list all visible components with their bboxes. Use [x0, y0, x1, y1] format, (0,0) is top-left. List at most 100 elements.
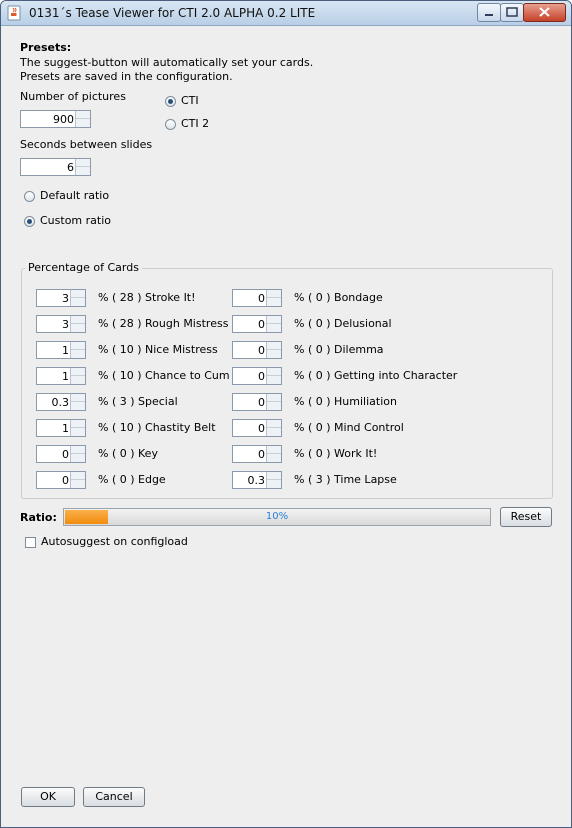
card-value: 0 — [62, 474, 69, 487]
card-value: 0.3 — [51, 396, 70, 409]
card-spinner-right-7[interactable]: 0.3 — [232, 471, 282, 489]
presets-description-2: Presets are saved in the configuration. — [20, 70, 233, 83]
spinner-up-icon[interactable] — [267, 290, 281, 298]
spinner-up-icon[interactable] — [76, 159, 90, 167]
card-spinner-right-2[interactable]: 0 — [232, 341, 282, 359]
spinner-up-icon[interactable] — [71, 342, 85, 350]
reset-button[interactable]: Reset — [500, 507, 552, 527]
card-label: % ( 28 ) Stroke It! — [98, 291, 196, 304]
spinner-up-icon[interactable] — [71, 394, 85, 402]
spinner-up-icon[interactable] — [76, 111, 90, 119]
ratio-label: Ratio: — [20, 511, 57, 524]
card-spinner-left-6[interactable]: 0 — [36, 445, 86, 463]
spinner-down-icon[interactable] — [267, 376, 281, 384]
card-label: % ( 10 ) Nice Mistress — [98, 343, 218, 356]
spinner-down-icon[interactable] — [71, 480, 85, 488]
card-label: % ( 0 ) Bondage — [294, 291, 383, 304]
dialog-content: Presets: The suggest-button will automat… — [1, 26, 571, 827]
card-value: 1 — [62, 370, 69, 383]
card-value: 0 — [258, 318, 265, 331]
close-button[interactable] — [523, 3, 566, 22]
spinner-up-icon[interactable] — [71, 472, 85, 480]
num-pictures-spinner[interactable]: 900 — [20, 110, 91, 128]
spinner-down-icon[interactable] — [267, 402, 281, 410]
spinner-down-icon[interactable] — [71, 376, 85, 384]
seconds-spinner[interactable]: 6 — [20, 158, 91, 176]
default-ratio-radio[interactable] — [24, 191, 35, 202]
seconds-value: 6 — [67, 161, 74, 174]
card-spinner-left-4[interactable]: 0.3 — [36, 393, 86, 411]
title-bar[interactable]: 0131´s Tease Viewer for CTI 2.0 ALPHA 0.… — [1, 1, 571, 26]
default-ratio-label: Default ratio — [40, 189, 110, 202]
card-spinner-left-3[interactable]: 1 — [36, 367, 86, 385]
window-title: 0131´s Tease Viewer for CTI 2.0 ALPHA 0.… — [29, 6, 316, 20]
spinner-up-icon[interactable] — [267, 420, 281, 428]
spinner-down-icon[interactable] — [76, 167, 90, 175]
java-cup-icon — [7, 5, 21, 21]
spinner-down-icon[interactable] — [71, 454, 85, 462]
card-spinner-right-4[interactable]: 0 — [232, 393, 282, 411]
spinner-down-icon[interactable] — [76, 119, 90, 127]
spinner-down-icon[interactable] — [267, 324, 281, 332]
custom-ratio-radio[interactable] — [24, 216, 35, 227]
card-spinner-right-0[interactable]: 0 — [232, 289, 282, 307]
mode-radio-cti2[interactable] — [165, 119, 176, 130]
card-spinner-left-0[interactable]: 3 — [36, 289, 86, 307]
card-spinner-right-3[interactable]: 0 — [232, 367, 282, 385]
spinner-up-icon[interactable] — [267, 394, 281, 402]
card-value: 3 — [62, 318, 69, 331]
ratio-progress-bar: 10% — [63, 508, 491, 526]
card-value: 0 — [258, 422, 265, 435]
card-label: % ( 3 ) Special — [98, 395, 178, 408]
card-spinner-left-2[interactable]: 1 — [36, 341, 86, 359]
seconds-label: Seconds between slides — [20, 138, 153, 151]
card-spinner-left-7[interactable]: 0 — [36, 471, 86, 489]
card-label: % ( 10 ) Chastity Belt — [98, 421, 216, 434]
cancel-button[interactable]: Cancel — [83, 787, 145, 807]
card-spinner-left-5[interactable]: 1 — [36, 419, 86, 437]
spinner-down-icon[interactable] — [71, 324, 85, 332]
card-label: % ( 0 ) Dilemma — [294, 343, 384, 356]
spinner-up-icon[interactable] — [71, 290, 85, 298]
presets-description-1: The suggest-button will automatically se… — [20, 56, 314, 69]
card-spinner-right-1[interactable]: 0 — [232, 315, 282, 333]
card-label: % ( 3 ) Time Lapse — [294, 473, 397, 486]
maximize-button[interactable] — [500, 3, 524, 22]
spinner-down-icon[interactable] — [267, 454, 281, 462]
mode-cti2-label: CTI 2 — [181, 117, 210, 130]
spinner-down-icon[interactable] — [267, 350, 281, 358]
card-value: 0.3 — [247, 474, 266, 487]
card-label: % ( 0 ) Edge — [98, 473, 166, 486]
card-spinner-left-1[interactable]: 3 — [36, 315, 86, 333]
spinner-up-icon[interactable] — [267, 446, 281, 454]
card-value: 0 — [258, 344, 265, 357]
spinner-up-icon[interactable] — [267, 316, 281, 324]
spinner-down-icon[interactable] — [267, 428, 281, 436]
spinner-up-icon[interactable] — [71, 368, 85, 376]
spinner-up-icon[interactable] — [71, 316, 85, 324]
spinner-down-icon[interactable] — [71, 428, 85, 436]
mode-radio-cti[interactable] — [165, 96, 176, 107]
mode-cti-label: CTI — [181, 94, 199, 107]
spinner-down-icon[interactable] — [71, 298, 85, 306]
spinner-up-icon[interactable] — [71, 420, 85, 428]
card-label: % ( 28 ) Rough Mistress — [98, 317, 229, 330]
minimize-icon — [485, 14, 493, 16]
ok-button[interactable]: OK — [21, 787, 75, 807]
spinner-up-icon[interactable] — [267, 368, 281, 376]
spinner-up-icon[interactable] — [267, 342, 281, 350]
card-spinner-right-6[interactable]: 0 — [232, 445, 282, 463]
autosuggest-checkbox[interactable] — [25, 537, 36, 548]
spinner-up-icon[interactable] — [267, 472, 281, 480]
minimize-button[interactable] — [477, 3, 501, 22]
spinner-down-icon[interactable] — [71, 350, 85, 358]
card-value: 1 — [62, 422, 69, 435]
spinner-down-icon[interactable] — [71, 402, 85, 410]
app-window: 0131´s Tease Viewer for CTI 2.0 ALPHA 0.… — [0, 0, 572, 828]
spinner-down-icon[interactable] — [267, 298, 281, 306]
card-label: % ( 0 ) Mind Control — [294, 421, 404, 434]
spinner-down-icon[interactable] — [267, 480, 281, 488]
spinner-up-icon[interactable] — [71, 446, 85, 454]
card-spinner-right-5[interactable]: 0 — [232, 419, 282, 437]
num-pictures-label: Number of pictures — [20, 90, 126, 103]
